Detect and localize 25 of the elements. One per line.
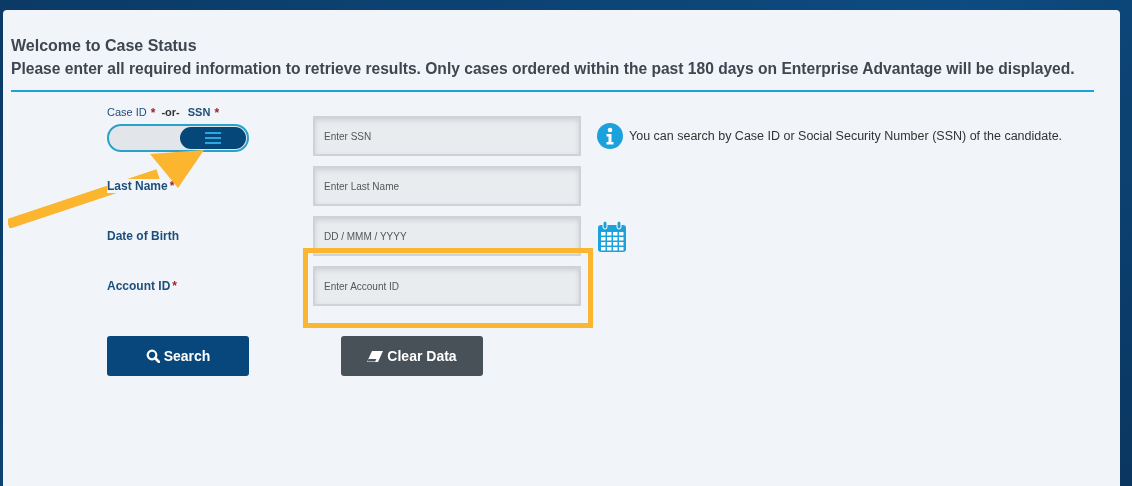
required-mark: * [169,179,175,193]
info-icon [597,123,623,149]
instructions-text: Please enter all required information to retrieve results. Only cases ordered within the past 180 days on Enterprise Advantage will be displayed. [11,59,1075,79]
required-mark: * [172,279,177,293]
field-label: Account ID [107,279,171,293]
ssn-label: SSN [187,106,211,118]
case-id-label: Case ID [107,106,147,118]
info-text: You can search by Case ID or Social Security Number (SSN) of the candidate. [629,129,1063,143]
required-mark: * [214,106,220,120]
input-field[interactable]: Enter Account ID [313,266,581,306]
input-field[interactable]: Enter Last Name [313,166,581,206]
field-label: Last Name [107,179,168,193]
input-field[interactable]: Enter SSN [313,116,581,156]
search-button[interactable]: Search [107,336,249,376]
page-title: Welcome to Case Status [11,36,198,56]
toggle-knob[interactable] [180,127,246,149]
calendar-icon[interactable] [597,219,627,253]
field-label: Date of Birth [107,229,179,243]
eraser-icon [367,350,384,362]
required-mark: * [150,106,156,120]
toggle-switch[interactable] [107,124,249,152]
search-icon [145,349,160,363]
clear-button[interactable]: Clear Data [341,336,483,376]
or-separator: -or- [161,106,180,118]
menu-icon [205,132,221,144]
